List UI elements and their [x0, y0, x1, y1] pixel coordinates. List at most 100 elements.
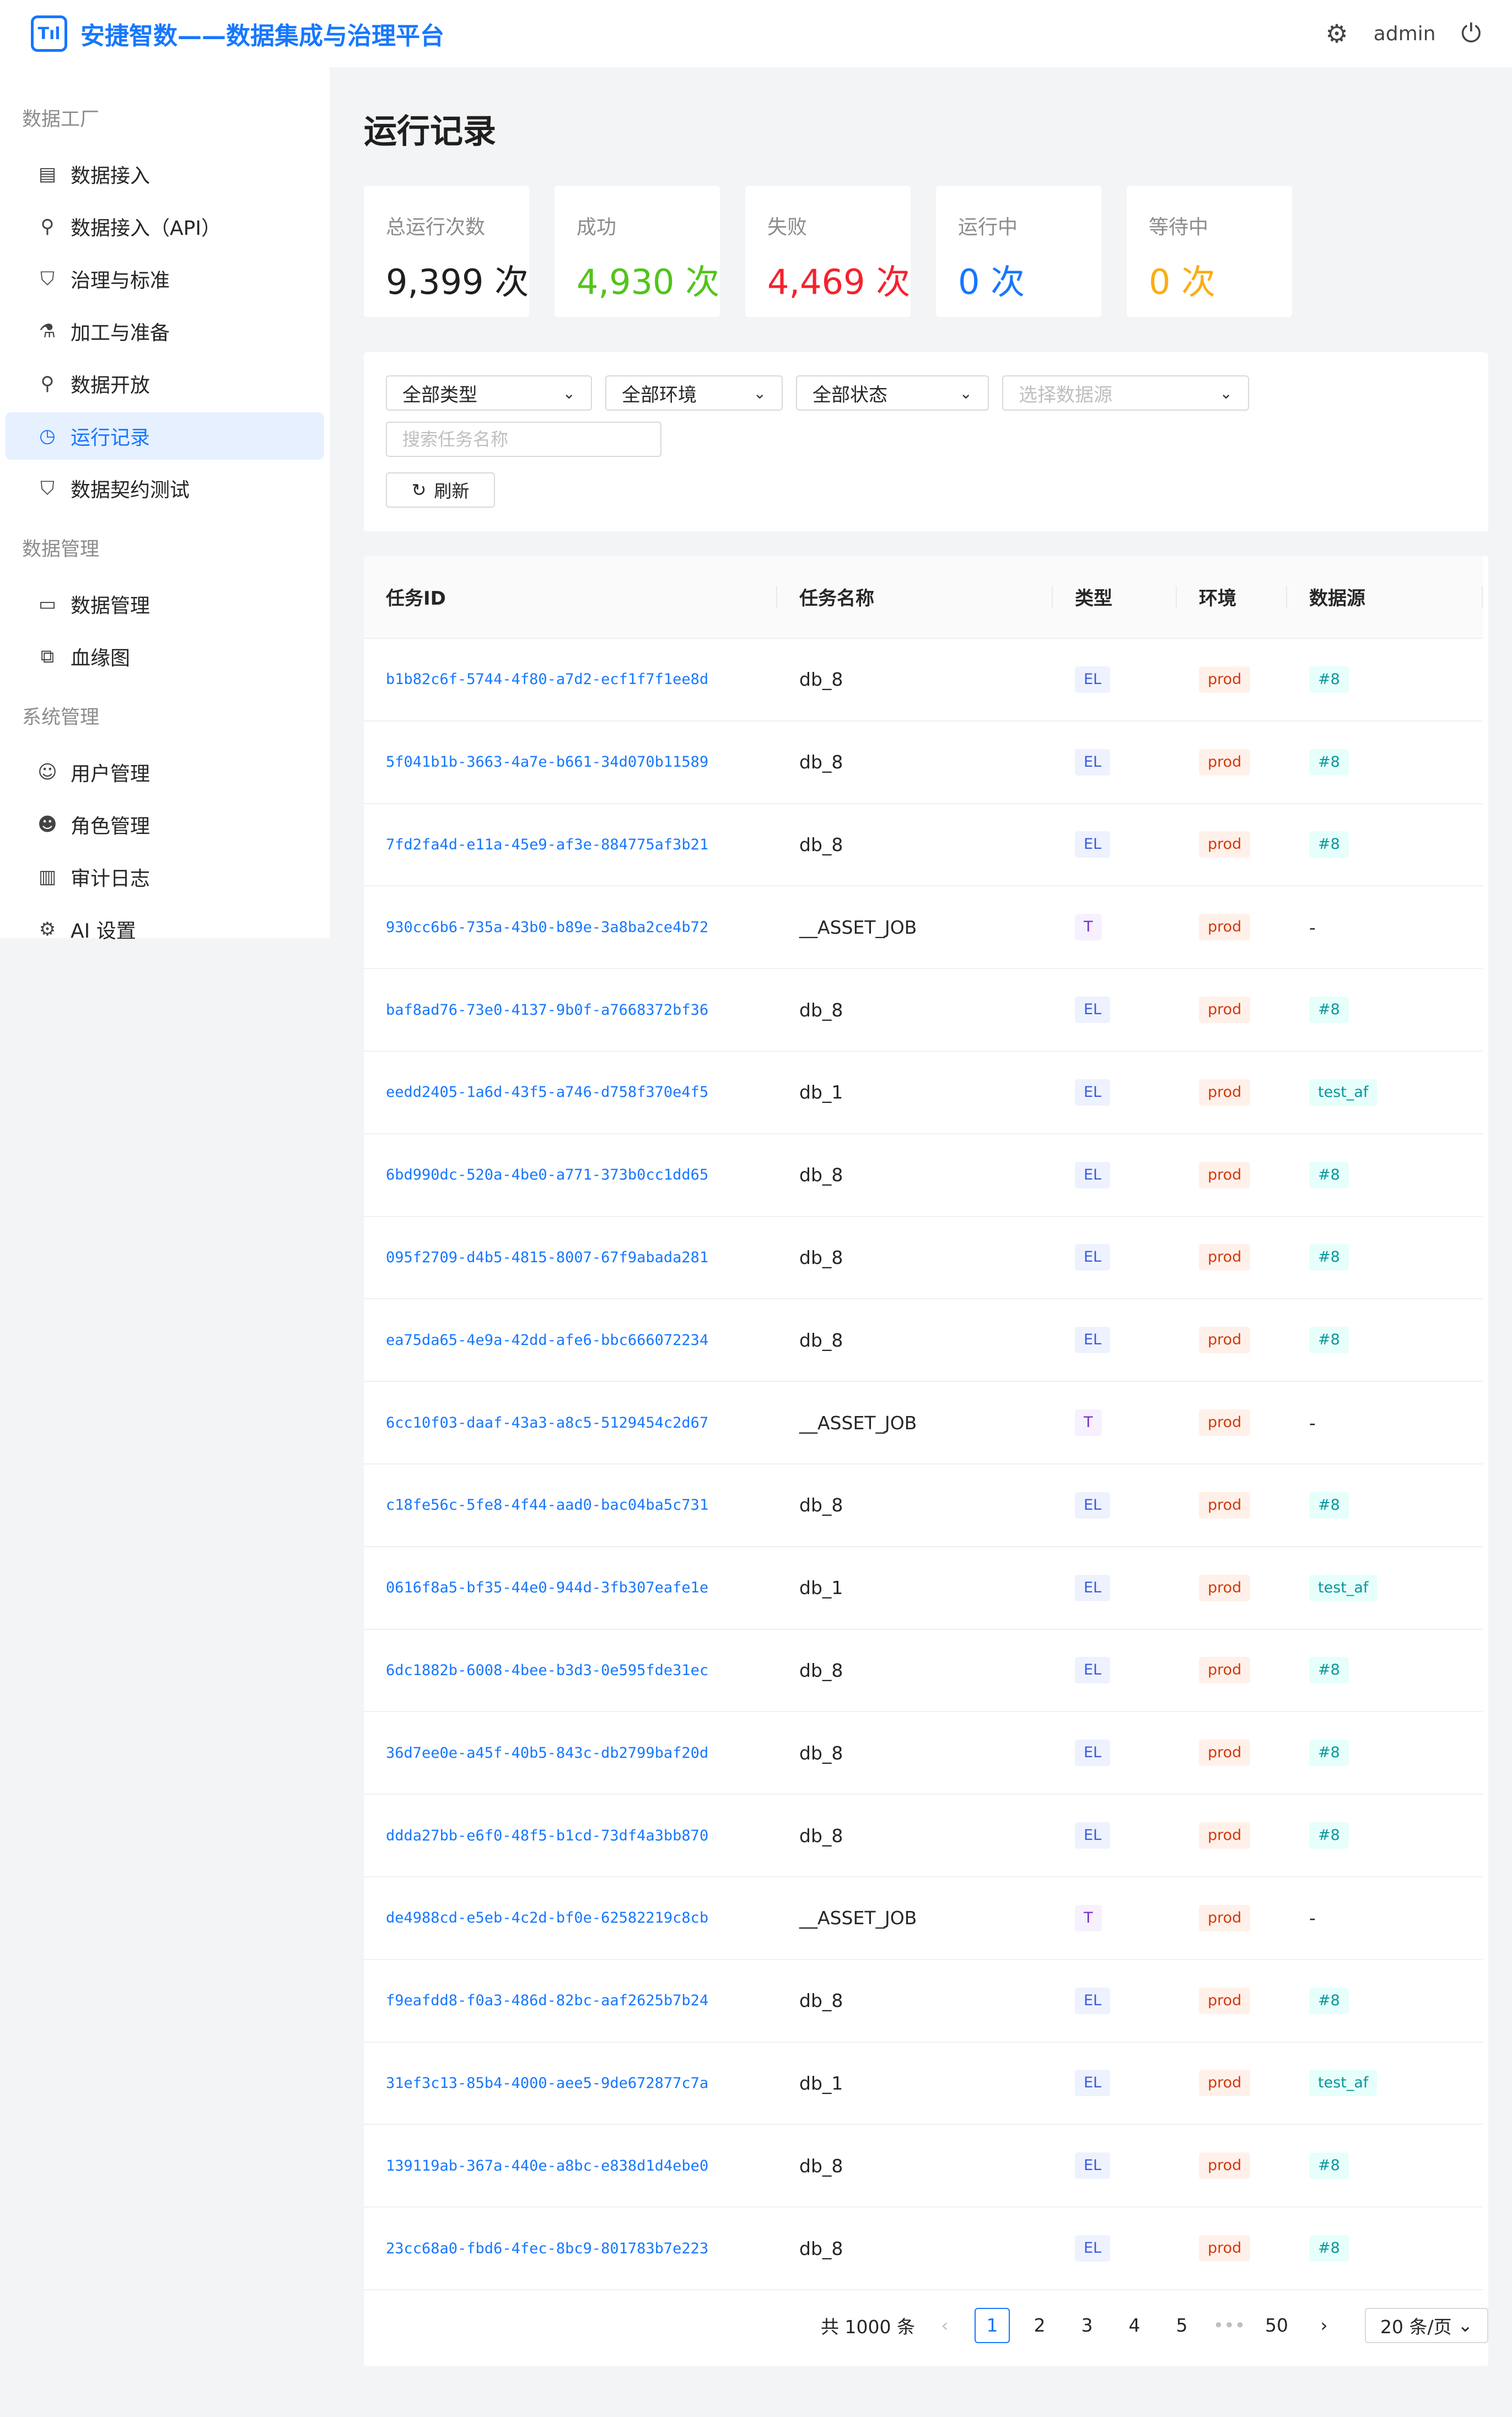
table-row[interactable]: 139119ab-367a-440e-a8bc-e838d1d4ebe0 db_8…: [364, 2124, 1483, 2208]
sidebar-item[interactable]: ⛉ 治理与标准: [6, 255, 324, 303]
column-header-type[interactable]: 类型: [1053, 556, 1177, 639]
stat-value: 9,399 次: [386, 262, 529, 302]
type-tag: EL: [1075, 997, 1111, 1024]
type-cell: EL: [1053, 638, 1177, 722]
sidebar-item[interactable]: ⚗ 加工与准备: [6, 308, 324, 355]
task-id-cell[interactable]: 6bd990dc-520a-4be0-a771-373b0cc1dd65: [364, 1133, 777, 1217]
refresh-button[interactable]: ↻ 刷新: [386, 472, 495, 508]
sidebar-item[interactable]: ☻ 角色管理: [6, 801, 324, 848]
task-id-cell[interactable]: 930cc6b6-735a-43b0-b89e-3a8ba2ce4b72: [364, 886, 777, 970]
stat-label: 运行中: [958, 216, 1018, 239]
table-row[interactable]: f9eafdd8-f0a3-486d-82bc-aaf2625b7b24 db_8…: [364, 1959, 1483, 2043]
page-number[interactable]: 3: [1069, 2308, 1105, 2343]
page-number[interactable]: 5: [1164, 2308, 1199, 2343]
task-id-cell[interactable]: c18fe56c-5fe8-4f44-aad0-bac04ba5c731: [364, 1463, 777, 1547]
page-number[interactable]: 50: [1259, 2308, 1294, 2343]
env-tag: prod: [1199, 666, 1251, 693]
table-row[interactable]: b1b82c6f-5744-4f80-a7d2-ecf1f7f1ee8d db_8…: [364, 638, 1483, 722]
env-cell: prod: [1177, 1629, 1287, 1713]
next-page-icon[interactable]: ›: [1306, 2308, 1342, 2343]
datasource-select[interactable]: 选择数据源 ⌄: [1002, 375, 1249, 411]
datasource-cell: test_af: [1287, 1051, 1483, 1134]
sidebar-item[interactable]: ▤ 数据接入: [6, 150, 324, 198]
sidebar-item-label: 血缘图: [71, 647, 131, 670]
type-tag: EL: [1075, 1079, 1111, 1106]
env-tag: prod: [1199, 1822, 1251, 1849]
datasource-tag: test_af: [1309, 1574, 1378, 1601]
task-id-cell[interactable]: ddda27bb-e6f0-48f5-b1cd-73df4a3bb870: [364, 1794, 777, 1877]
table-row[interactable]: ddda27bb-e6f0-48f5-b1cd-73df4a3bb870 db_8…: [364, 1794, 1483, 1877]
task-id-cell[interactable]: eedd2405-1a6d-43f5-a746-d758f370e4f5: [364, 1051, 777, 1134]
sidebar-item[interactable]: ⚲ 数据接入（API）: [6, 203, 324, 250]
type-cell: EL: [1053, 1794, 1177, 1877]
sidebar-item[interactable]: ☺ 用户管理: [6, 749, 324, 796]
prev-page-icon[interactable]: ‹: [927, 2308, 962, 2343]
table-row[interactable]: 31ef3c13-85b4-4000-aee5-9de672877c7a db_1…: [364, 2042, 1483, 2125]
task-id-cell[interactable]: 095f2709-d4b5-4815-8007-67f9abada281: [364, 1216, 777, 1300]
settings-gear-icon[interactable]: ⚙: [1326, 19, 1348, 49]
sidebar-item[interactable]: ⚲ 数据开放: [6, 360, 324, 407]
table-row[interactable]: 0616f8a5-bf35-44e0-944d-3fb307eafe1e db_1…: [364, 1546, 1483, 1630]
task-id-cell[interactable]: baf8ad76-73e0-4137-9b0f-a7668372bf36: [364, 968, 777, 1052]
table-row[interactable]: eedd2405-1a6d-43f5-a746-d758f370e4f5 db_1…: [364, 1051, 1483, 1134]
column-header-datasource[interactable]: 数据源: [1287, 556, 1483, 639]
logout-icon[interactable]: ⏻: [1461, 18, 1481, 49]
table-row[interactable]: 6dc1882b-6008-4bee-b3d3-0e595fde31ec db_8…: [364, 1629, 1483, 1713]
task-id-cell[interactable]: 5f041b1b-3663-4a7e-b661-34d070b11589: [364, 720, 777, 804]
table-row[interactable]: ea75da65-4e9a-42dd-afe6-bbc666072234 db_8…: [364, 1299, 1483, 1382]
page-number[interactable]: 2: [1022, 2308, 1057, 2343]
task-id-cell[interactable]: 139119ab-367a-440e-a8bc-e838d1d4ebe0: [364, 2124, 777, 2208]
task-id-cell[interactable]: 31ef3c13-85b4-4000-aee5-9de672877c7a: [364, 2042, 777, 2125]
task-id-cell[interactable]: ea75da65-4e9a-42dd-afe6-bbc666072234: [364, 1299, 777, 1382]
type-cell: T: [1053, 1876, 1177, 1960]
table-row[interactable]: 36d7ee0e-a45f-40b5-843c-db2799baf20d db_8…: [364, 1711, 1483, 1795]
type-cell: EL: [1053, 1959, 1177, 2043]
table-row[interactable]: c18fe56c-5fe8-4f44-aad0-bac04ba5c731 db_8…: [364, 1463, 1483, 1547]
page-size-select[interactable]: 20 条/页 ⌄: [1365, 2307, 1488, 2343]
type-tag: EL: [1075, 2070, 1111, 2097]
sidebar-item[interactable]: ⛉ 数据契约测试: [6, 465, 324, 512]
column-header-env[interactable]: 环境: [1177, 556, 1287, 639]
sidebar-item[interactable]: ◷ 运行记录: [6, 412, 324, 460]
env-tag: prod: [1199, 1161, 1251, 1188]
table-row[interactable]: 5f041b1b-3663-4a7e-b661-34d070b11589 db_8…: [364, 720, 1483, 804]
task-id-cell[interactable]: de4988cd-e5eb-4c2d-bf0e-62582219c8cb: [364, 1876, 777, 1960]
task-search-input[interactable]: [386, 422, 661, 457]
sidebar-item[interactable]: ⧉ 血缘图: [6, 633, 324, 680]
table-row[interactable]: 930cc6b6-735a-43b0-b89e-3a8ba2ce4b72 __AS…: [364, 886, 1483, 970]
table-row[interactable]: 6bd990dc-520a-4be0-a771-373b0cc1dd65 db_8…: [364, 1133, 1483, 1217]
task-id-cell[interactable]: b1b82c6f-5744-4f80-a7d2-ecf1f7f1ee8d: [364, 638, 777, 722]
type-select[interactable]: 全部类型 ⌄: [386, 375, 592, 411]
env-cell: prod: [1177, 968, 1287, 1052]
column-header-task-id[interactable]: 任务ID: [364, 556, 777, 639]
lineage-icon: ⧉: [40, 645, 55, 667]
table-row[interactable]: 23cc68a0-fbd6-4fec-8bc9-801783b7e223 db_8…: [364, 2207, 1483, 2290]
type-tag: EL: [1075, 1492, 1111, 1519]
task-id-cell[interactable]: 36d7ee0e-a45f-40b5-843c-db2799baf20d: [364, 1711, 777, 1795]
sidebar: 数据工厂 ▤ 数据接入 ⚲ 数据接入（API） ⛉ 治理与标准 ⚗ 加工与准备 ⚲ 数据开放 ◷ 运行记…: [0, 67, 330, 943]
table-row[interactable]: de4988cd-e5eb-4c2d-bf0e-62582219c8cb __AS…: [364, 1876, 1483, 1960]
table-row[interactable]: 6cc10f03-daaf-43a3-a8c5-5129454c2d67 __AS…: [364, 1381, 1483, 1465]
runs-table-panel: 任务ID 任务名称 类型 环境 数据源 b1b82c6f-5744-4f80-a…: [364, 556, 1488, 2366]
sidebar-item[interactable]: ▭ 数据管理: [6, 580, 324, 628]
task-id-cell[interactable]: f9eafdd8-f0a3-486d-82bc-aaf2625b7b24: [364, 1959, 777, 2043]
user-icon: ☺: [37, 761, 57, 783]
sidebar-item[interactable]: ▥ 审计日志: [6, 853, 324, 901]
task-id-cell[interactable]: 6cc10f03-daaf-43a3-a8c5-5129454c2d67: [364, 1381, 777, 1465]
task-id-cell[interactable]: 0616f8a5-bf35-44e0-944d-3fb307eafe1e: [364, 1546, 777, 1630]
page-number[interactable]: 4: [1117, 2308, 1152, 2343]
page-ellipsis[interactable]: •••: [1212, 2308, 1247, 2343]
status-select[interactable]: 全部状态 ⌄: [796, 375, 989, 411]
sidebar-item[interactable]: ⚙ AI 设置: [6, 906, 324, 953]
task-id-cell[interactable]: 23cc68a0-fbd6-4fec-8bc9-801783b7e223: [364, 2207, 777, 2290]
task-id-cell[interactable]: 6dc1882b-6008-4bee-b3d3-0e595fde31ec: [364, 1629, 777, 1713]
page-number[interactable]: 1: [975, 2307, 1010, 2343]
datasource-cell: #8: [1287, 1794, 1483, 1877]
table-row[interactable]: 7fd2fa4d-e11a-45e9-af3e-884775af3b21 db_8…: [364, 803, 1483, 887]
table-row[interactable]: 095f2709-d4b5-4815-8007-67f9abada281 db_8…: [364, 1216, 1483, 1300]
column-header-task-name[interactable]: 任务名称: [777, 556, 1053, 639]
task-id-cell[interactable]: 7fd2fa4d-e11a-45e9-af3e-884775af3b21: [364, 803, 777, 887]
table-row[interactable]: baf8ad76-73e0-4137-9b0f-a7668372bf36 db_8…: [364, 968, 1483, 1052]
user-name[interactable]: admin: [1374, 23, 1436, 45]
env-select[interactable]: 全部环境 ⌄: [605, 375, 783, 411]
